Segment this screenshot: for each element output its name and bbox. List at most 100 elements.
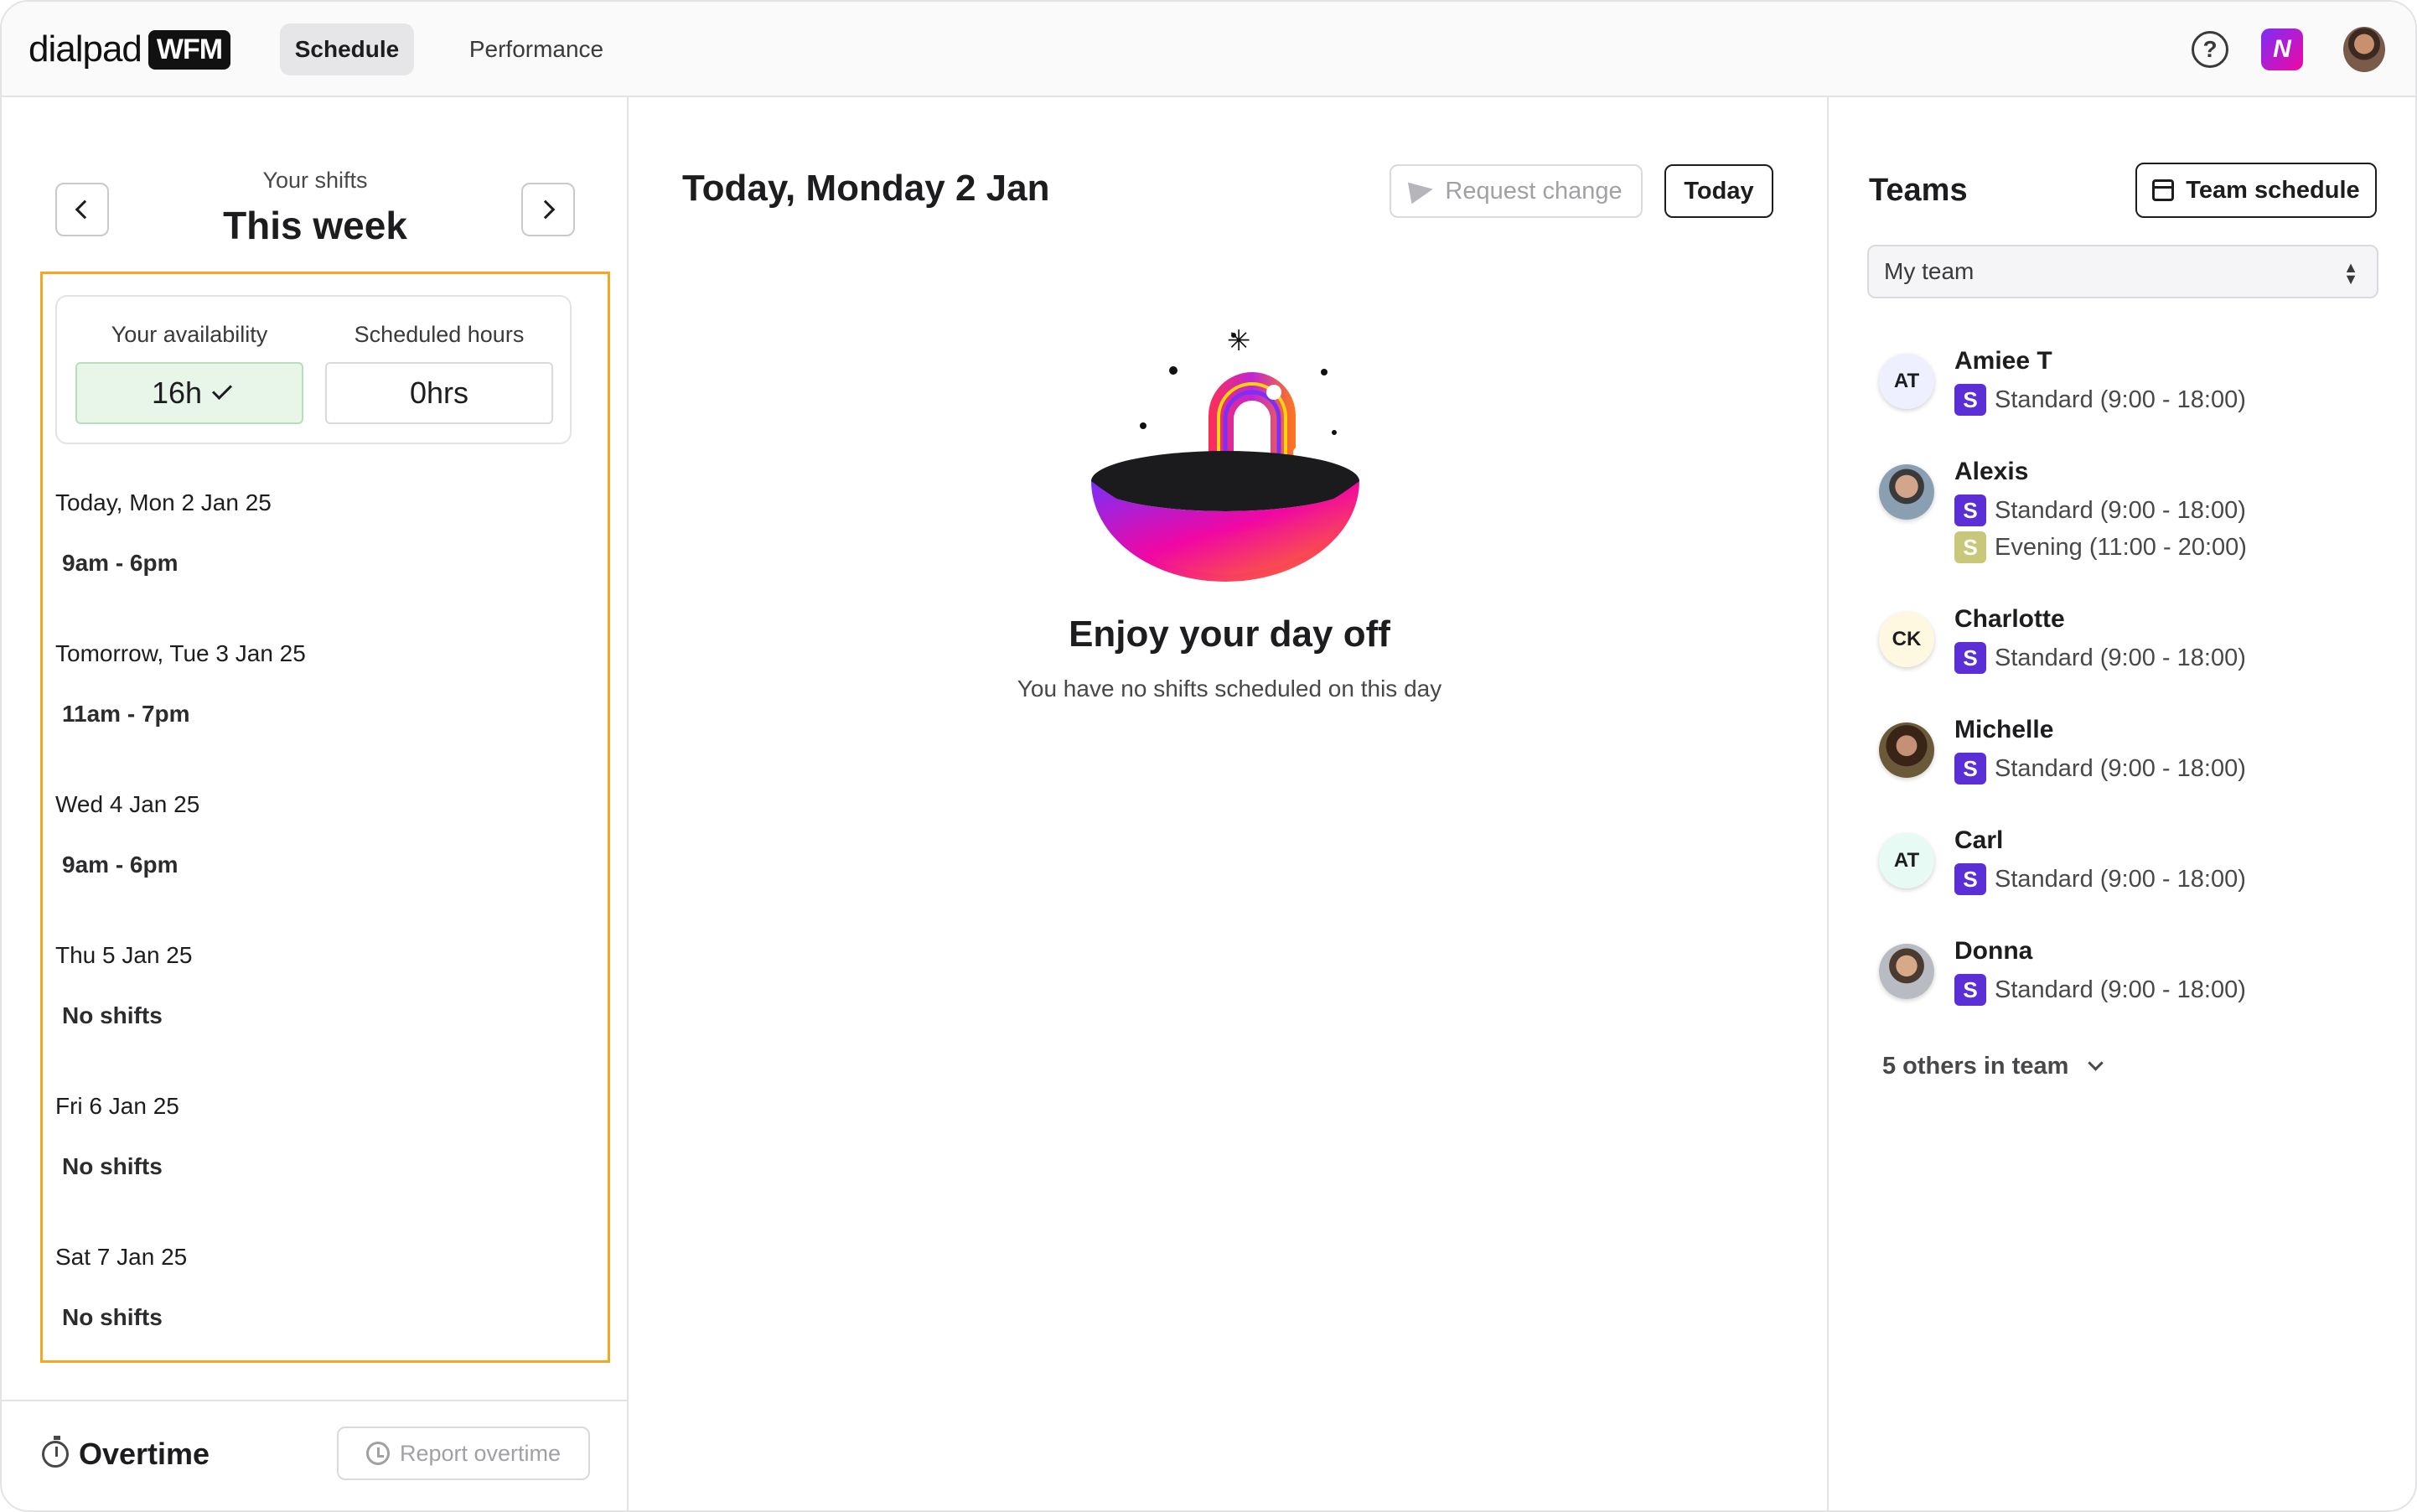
- day-label: Tomorrow, Tue 3 Jan 25: [55, 640, 306, 666]
- calendar-icon: [2152, 179, 2175, 201]
- empty-state-subtitle: You have no shifts scheduled on this day: [1017, 676, 1442, 702]
- user-avatar[interactable]: [2343, 27, 2385, 72]
- shift-text: Standard (9:00 - 18:00): [1995, 754, 2246, 782]
- member-name: Carl: [1954, 826, 2004, 854]
- page-title: Today, Monday 2 Jan: [682, 168, 1050, 209]
- avatar: [1879, 944, 1934, 999]
- day-shift: No shifts: [62, 1304, 163, 1330]
- chevron-down-icon: [2088, 1055, 2104, 1071]
- member-shift: S Standard (9:00 - 18:00): [1954, 863, 2246, 895]
- logo-badge: WFM: [148, 29, 231, 70]
- day-entry[interactable]: Tomorrow, Tue 3 Jan 25 11am - 7pm: [55, 640, 592, 728]
- dialpad-wfm-logo[interactable]: dialpad WFM: [28, 27, 231, 72]
- shift-text: Evening (11:00 - 20:00): [1995, 533, 2247, 561]
- chevron-right-icon: [536, 199, 556, 220]
- scheduled-hours-value: 0hrs: [325, 362, 553, 424]
- day-shift: No shifts: [62, 1153, 163, 1179]
- ai-assistant-icon[interactable]: N: [2261, 28, 2303, 70]
- day-shift: 9am - 6pm: [62, 852, 179, 878]
- shift-badge: S: [1954, 863, 1986, 895]
- tab-performance[interactable]: Performance: [446, 23, 627, 75]
- overtime-heading: Overtime: [42, 1436, 210, 1472]
- today-button[interactable]: Today: [1664, 164, 1773, 218]
- shift-text: Standard (9:00 - 18:00): [1995, 865, 2246, 893]
- day-shift: 9am - 6pm: [62, 550, 179, 576]
- day-shift: No shifts: [62, 1002, 163, 1028]
- team-member[interactable]: AT Carl S Standard (9:00 - 18:00): [1879, 826, 2382, 902]
- member-shift: S Standard (9:00 - 18:00): [1954, 642, 2246, 674]
- day-entry[interactable]: Thu 5 Jan 25 No shifts: [55, 942, 592, 1029]
- others-in-team-toggle[interactable]: 5 others in team: [1882, 1053, 2104, 1080]
- team-member[interactable]: Donna S Standard (9:00 - 18:00): [1879, 937, 2382, 1012]
- app-window: dialpad WFM Schedule Performance ? N You…: [0, 0, 2417, 1512]
- shift-badge: S: [1954, 642, 1986, 674]
- member-shift: S Standard (9:00 - 18:00): [1954, 974, 2246, 1006]
- team-schedule-label: Team schedule: [2186, 176, 2360, 204]
- tab-schedule[interactable]: Schedule: [280, 23, 414, 75]
- team-member[interactable]: Alexis S Standard (9:00 - 18:00) S Eveni…: [1879, 458, 2382, 567]
- member-shift: S Standard (9:00 - 18:00): [1954, 495, 2246, 526]
- day-label: Fri 6 Jan 25: [55, 1093, 179, 1119]
- day-entry[interactable]: Wed 4 Jan 25 9am - 6pm: [55, 791, 592, 878]
- scheduled-hours-label: Scheduled hours: [354, 322, 525, 347]
- overtime-section: Overtime Report overtime: [2, 1400, 629, 1510]
- shift-text: Standard (9:00 - 18:00): [1995, 976, 2246, 1003]
- shift-text: Standard (9:00 - 18:00): [1995, 386, 2246, 413]
- clock-icon: [365, 1442, 390, 1465]
- shift-badge: S: [1954, 531, 1986, 563]
- day-label: Today, Mon 2 Jan 25: [55, 489, 272, 515]
- availability-value: 16h: [75, 362, 303, 424]
- availability-text: 16h: [151, 375, 203, 410]
- report-overtime-label: Report overtime: [399, 1440, 562, 1466]
- member-shift: S Standard (9:00 - 18:00): [1954, 384, 2246, 416]
- team-select[interactable]: My team ▲ ▼: [1867, 245, 2378, 298]
- day-label: Sat 7 Jan 25: [55, 1244, 188, 1270]
- member-shift: S Standard (9:00 - 18:00): [1954, 753, 2246, 784]
- stopwatch-icon: [42, 1436, 69, 1468]
- stats-card: Your availability Scheduled hours 16h 0h…: [55, 295, 572, 444]
- avatar: AT: [1879, 833, 1934, 888]
- next-week-button[interactable]: [521, 183, 575, 236]
- shift-text: Standard (9:00 - 18:00): [1995, 644, 2246, 671]
- day-entry[interactable]: Sat 7 Jan 25 No shifts: [55, 1244, 592, 1331]
- updown-chevron-icon: ▲ ▼: [2343, 259, 2358, 287]
- day-label: Thu 5 Jan 25: [55, 942, 193, 968]
- member-shift: S Evening (11:00 - 20:00): [1954, 531, 2247, 563]
- others-in-team-label: 5 others in team: [1882, 1053, 2069, 1080]
- empty-state-title: Enjoy your day off: [1069, 614, 1390, 655]
- member-name: Charlotte: [1954, 605, 2065, 633]
- day-detail-panel: Today, Monday 2 Jan Request change Today: [630, 97, 1829, 1510]
- team-member[interactable]: CK Charlotte S Standard (9:00 - 18:00): [1879, 605, 2382, 681]
- member-name: Amiee T: [1954, 347, 2052, 375]
- day-shift: 11am - 7pm: [62, 701, 190, 727]
- day-label: Wed 4 Jan 25: [55, 791, 200, 817]
- shift-text: Standard (9:00 - 18:00): [1995, 496, 2246, 524]
- day-entry[interactable]: Fri 6 Jan 25 No shifts: [55, 1093, 592, 1180]
- logo-wordmark: dialpad: [28, 28, 142, 70]
- member-name: Michelle: [1954, 716, 2054, 743]
- avatar: [1879, 464, 1934, 520]
- svg-text:✳: ✳: [1227, 324, 1251, 358]
- request-change-label: Request change: [1445, 177, 1623, 205]
- member-name: Alexis: [1954, 458, 2029, 485]
- shift-badge: S: [1954, 753, 1986, 784]
- send-icon: [1408, 178, 1436, 205]
- report-overtime-button[interactable]: Report overtime: [337, 1427, 590, 1480]
- help-icon[interactable]: ?: [2189, 28, 2231, 70]
- request-change-button[interactable]: Request change: [1390, 164, 1643, 218]
- availability-label: Your availability: [111, 322, 268, 347]
- team-schedule-button[interactable]: Team schedule: [2135, 163, 2377, 218]
- team-member[interactable]: AT Amiee T S Standard (9:00 - 18:00): [1879, 347, 2382, 422]
- day-off-illustration: ✳: [1091, 324, 1359, 582]
- avatar: CK: [1879, 612, 1934, 667]
- member-name: Donna: [1954, 937, 2033, 965]
- overtime-title: Overtime: [79, 1437, 210, 1471]
- teams-panel: Teams Team schedule My team ▲ ▼ AT Amiee …: [1829, 97, 2415, 1510]
- shift-badge: S: [1954, 495, 1986, 526]
- check-icon: [212, 379, 233, 401]
- avatar: AT: [1879, 354, 1934, 409]
- teams-title: Teams: [1869, 173, 1968, 208]
- avatar: [1879, 722, 1934, 778]
- team-member[interactable]: Michelle S Standard (9:00 - 18:00): [1879, 716, 2382, 791]
- day-entry[interactable]: Today, Mon 2 Jan 25 9am - 6pm: [55, 489, 592, 577]
